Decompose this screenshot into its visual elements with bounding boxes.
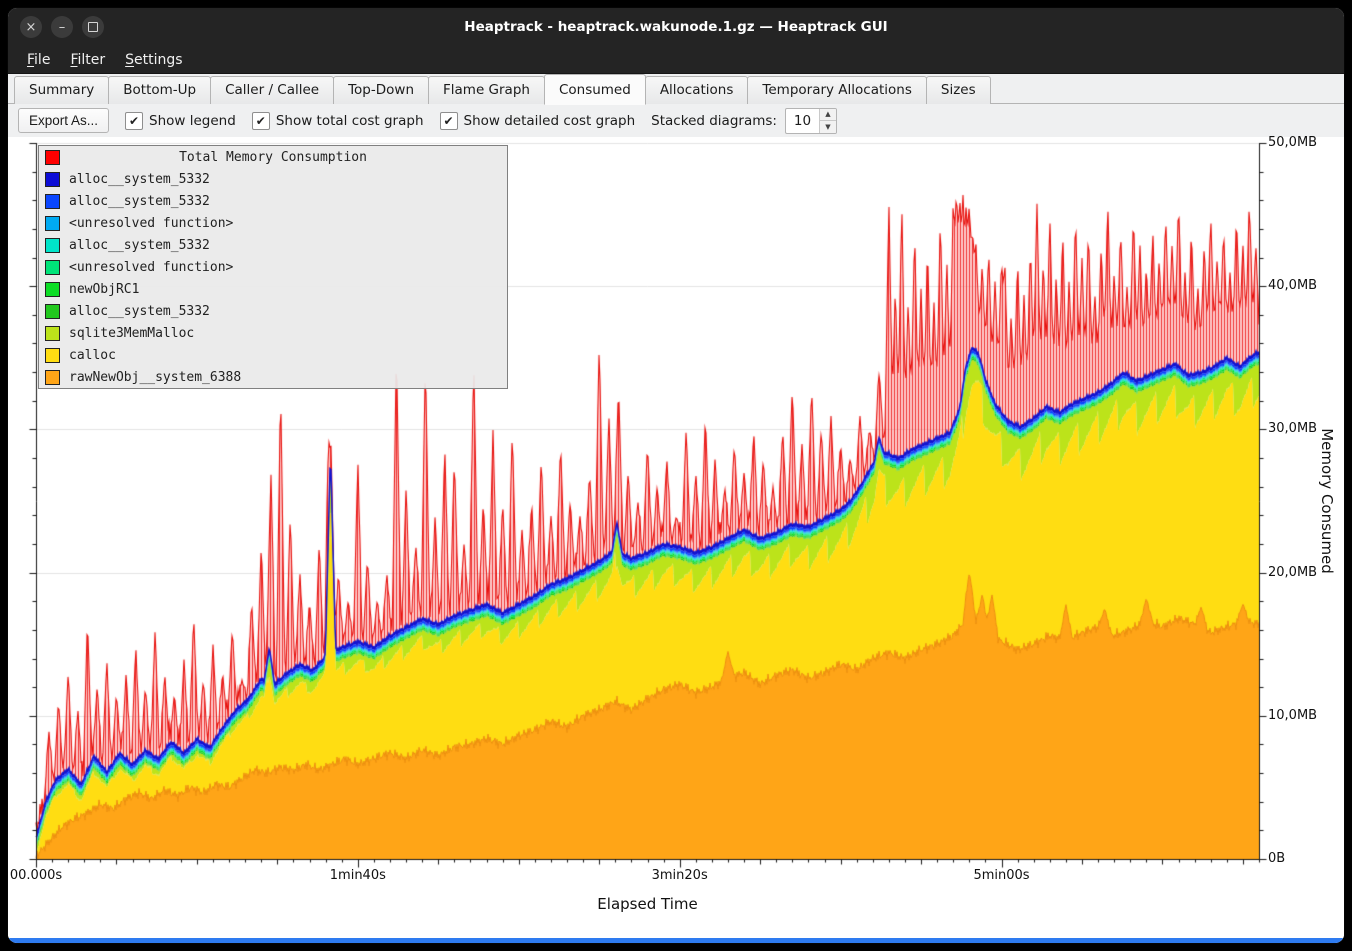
show-total-cost-label[interactable]: Show total cost graph — [276, 113, 424, 129]
bottom-accent-bar — [8, 938, 1344, 943]
y-tick-label: 20,0MB — [1268, 565, 1317, 580]
legend-item: rawNewObj__system_6388 — [39, 366, 507, 388]
tab-temporary-allocations[interactable]: Temporary Allocations — [747, 76, 926, 104]
spin-up-icon[interactable]: ▲ — [820, 109, 836, 122]
legend-swatch — [45, 304, 60, 319]
menubar: File Filter Settings — [8, 46, 1344, 74]
window-title: Heaptrack - heaptrack.wakunode.1.gz — He… — [464, 19, 887, 35]
maximize-button[interactable] — [82, 16, 104, 38]
legend-item: <unresolved function> — [39, 256, 507, 278]
tab-summary[interactable]: Summary — [14, 76, 109, 104]
window-controls: × – — [20, 8, 104, 46]
legend-swatch — [45, 326, 60, 341]
stacked-diagrams-value[interactable]: 10 — [786, 109, 819, 133]
tab-consumed[interactable]: Consumed — [544, 74, 646, 105]
legend-title: Total Memory Consumption — [45, 150, 501, 165]
legend-swatch-total — [45, 150, 60, 165]
legend-swatch — [45, 260, 60, 275]
legend-swatch — [45, 194, 60, 209]
maximize-icon — [88, 22, 98, 32]
minimize-button[interactable]: – — [51, 16, 73, 38]
x-tick-label: 00.000s — [10, 868, 62, 883]
legend-item: alloc__system_5332 — [39, 300, 507, 322]
tab-allocations[interactable]: Allocations — [645, 76, 749, 104]
stacked-diagrams-spinbox[interactable]: 10 ▲ ▼ — [785, 108, 837, 134]
menu-settings[interactable]: Settings — [116, 49, 191, 71]
tab-top-down[interactable]: Top-Down — [333, 76, 429, 104]
show-detailed-cost-checkbox-group[interactable]: ✔ Show detailed cost graph — [440, 112, 636, 130]
toolbar: Export As... ✔ Show legend ✔ Show total … — [8, 104, 1344, 137]
x-tick-label: 3min20s — [652, 868, 708, 883]
x-axis-title: Elapsed Time — [597, 895, 697, 913]
x-tick-label: 1min40s — [330, 868, 386, 883]
legend-item: sqlite3MemMalloc — [39, 322, 507, 344]
legend-swatch — [45, 238, 60, 253]
y-tick-label: 50,0MB — [1268, 135, 1317, 150]
close-button[interactable]: × — [20, 16, 42, 38]
legend-title-row: Total Memory Consumption — [39, 146, 507, 168]
stacked-diagrams-group: Stacked diagrams: 10 ▲ ▼ — [651, 108, 837, 134]
show-detailed-cost-checkbox[interactable]: ✔ — [440, 112, 458, 130]
x-tick-label: 5min00s — [973, 868, 1029, 883]
tab-caller-callee[interactable]: Caller / Callee — [210, 76, 334, 104]
legend-item: calloc — [39, 344, 507, 366]
spin-down-icon[interactable]: ▼ — [820, 121, 836, 133]
show-total-cost-checkbox[interactable]: ✔ — [252, 112, 270, 130]
legend-swatch — [45, 282, 60, 297]
legend-swatch — [45, 370, 60, 385]
chart-legend: Total Memory Consumption alloc__system_5… — [38, 145, 508, 389]
legend-item: alloc__system_5332 — [39, 234, 507, 256]
y-tick-label: 10,0MB — [1268, 708, 1317, 723]
spinbox-arrows: ▲ ▼ — [819, 109, 836, 133]
menu-filter[interactable]: Filter — [61, 49, 114, 71]
legend-swatch — [45, 348, 60, 363]
menu-file[interactable]: File — [18, 49, 59, 71]
y-axis-title: Memory Consumed — [1318, 428, 1336, 574]
export-as-button[interactable]: Export As... — [18, 108, 109, 133]
tab-sizes[interactable]: Sizes — [926, 76, 991, 104]
app-window: × – Heaptrack - heaptrack.wakunode.1.gz … — [7, 7, 1345, 944]
legend-item: alloc__system_5332 — [39, 168, 507, 190]
stacked-diagrams-label: Stacked diagrams: — [651, 113, 777, 129]
titlebar[interactable]: × – Heaptrack - heaptrack.wakunode.1.gz … — [8, 8, 1344, 46]
show-total-cost-checkbox-group[interactable]: ✔ Show total cost graph — [252, 112, 424, 130]
tab-bottom-up[interactable]: Bottom-Up — [108, 76, 211, 104]
y-tick-label: 30,0MB — [1268, 421, 1317, 436]
show-legend-checkbox[interactable]: ✔ — [125, 112, 143, 130]
chart-region: Total Memory Consumption alloc__system_5… — [8, 137, 1344, 941]
y-tick-label: 40,0MB — [1268, 278, 1317, 293]
close-icon: × — [26, 21, 37, 34]
tab-flame-graph[interactable]: Flame Graph — [428, 76, 545, 104]
show-detailed-cost-label[interactable]: Show detailed cost graph — [464, 113, 636, 129]
legend-swatch — [45, 172, 60, 187]
minimize-icon: – — [59, 21, 66, 34]
tabbar: Summary Bottom-Up Caller / Callee Top-Do… — [8, 74, 1344, 104]
legend-swatch — [45, 216, 60, 231]
legend-item: alloc__system_5332 — [39, 190, 507, 212]
legend-item: newObjRC1 — [39, 278, 507, 300]
show-legend-label[interactable]: Show legend — [149, 113, 236, 129]
y-tick-label: 0B — [1268, 851, 1285, 866]
legend-item: <unresolved function> — [39, 212, 507, 234]
show-legend-checkbox-group[interactable]: ✔ Show legend — [125, 112, 236, 130]
